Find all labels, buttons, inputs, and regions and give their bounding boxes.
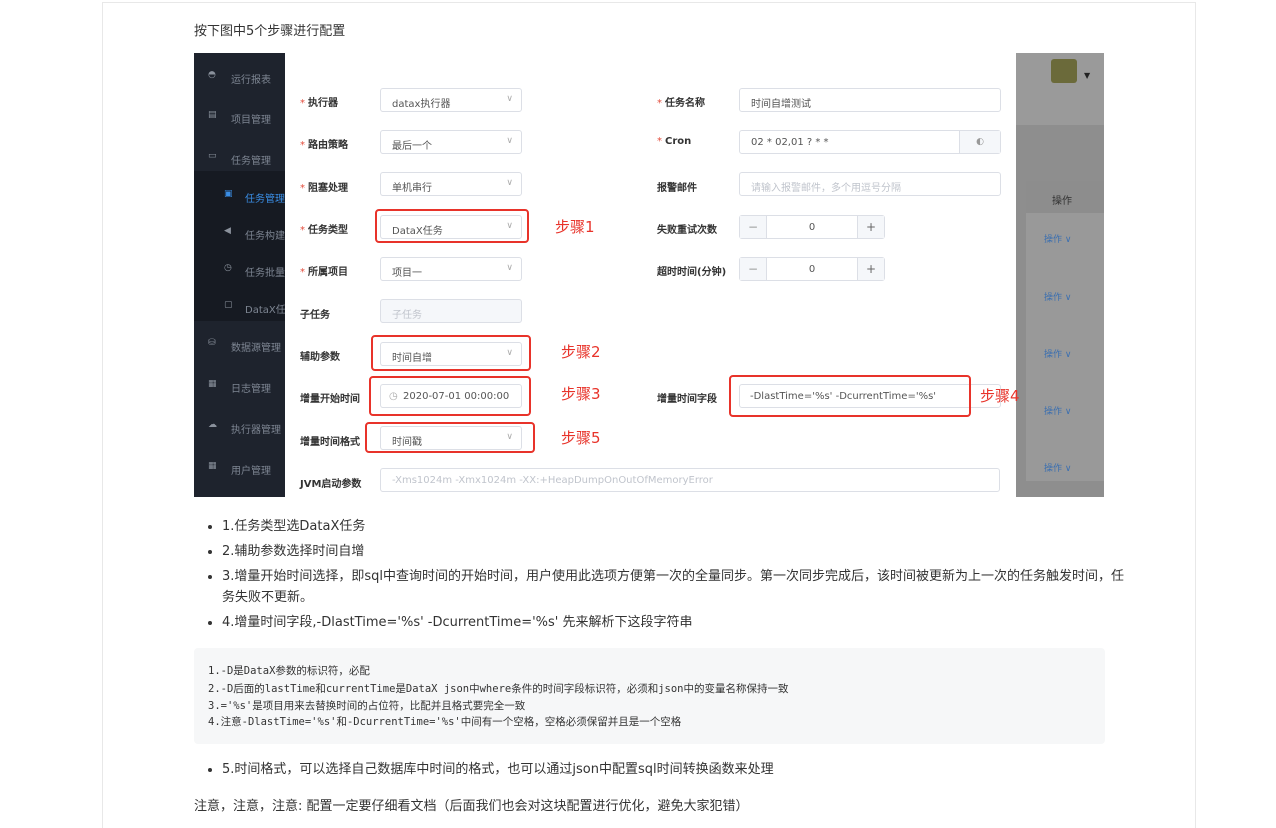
dashboard-icon: ◓ [208, 70, 216, 80]
sidebar-item-datax[interactable]: ▢ DataX任 [194, 299, 285, 319]
step4-highlight [729, 375, 971, 417]
aux-param-label: 辅助参数 [300, 352, 340, 363]
sidebar: ◓ 运行报表 ▤ 项目管理 ▭ 任务管理 ▣ 任务管理 ◀ 任务构建 ◷ 任务批量 ▢ Dat… [194, 53, 285, 497]
code-block: 1.-D是DataX参数的标识符，必配 2.-D后面的lastTime和curr… [194, 648, 1105, 744]
background-page-overlay: ▼ 操作 操作 ∨ 操作 ∨ 操作 ∨ 操作 ∨ 操作 ∨ [1016, 53, 1104, 497]
cron-input[interactable]: 02 * 02,01 ? * * ◐ [739, 130, 1001, 154]
step5-label: 步骤5 [561, 429, 601, 447]
executor-select[interactable]: datax执行器 ∨ [380, 88, 522, 112]
project-label: * 所属项目 [300, 267, 348, 278]
inc-format-label: 增量时间格式 [300, 437, 360, 448]
config-screenshot: ◓ 运行报表 ▤ 项目管理 ▭ 任务管理 ▣ 任务管理 ◀ 任务构建 ◷ 任务批量 ▢ Dat… [194, 53, 1104, 497]
route-select[interactable]: 最后一个 ∨ [380, 130, 522, 154]
cloud-icon: ☁ [208, 420, 217, 430]
jvm-label: JVM启动参数 [300, 479, 362, 490]
chevron-down-icon: ∨ [506, 178, 513, 188]
cron-label: * Cron [657, 136, 692, 147]
overlay-table-header: 操作 [1026, 181, 1104, 213]
timeout-stepper[interactable]: −0 + [739, 257, 885, 281]
list-item: 5.时间格式，可以选择自己数据库中时间的格式，也可以通过json中配置sql时间… [222, 759, 1134, 780]
row-action[interactable]: 操作 ∨ [1044, 404, 1071, 417]
task-name-input[interactable]: 时间自增测试 [739, 88, 1001, 112]
code-line: 4.注意-DlastTime='%s'和-DcurrentTime='%s'中间… [208, 716, 682, 728]
sidebar-item-datasource[interactable]: ⛁ 数据源管理 [194, 337, 285, 357]
sidebar-item-task[interactable]: ▭ 任务管理 [194, 150, 285, 170]
avatar[interactable] [1051, 59, 1077, 83]
step4-label: 步骤4 [980, 387, 1020, 405]
retry-label: 失败重试次数 [657, 225, 717, 236]
plus-icon[interactable]: + [857, 258, 884, 280]
monitor-icon: ▭ [208, 151, 217, 161]
sidebar-item-task-build[interactable]: ◀ 任务构建 [194, 225, 285, 245]
warning-note: 注意，注意，注意: 配置一定要仔细看文档（后面我们也会对这块配置进行优化，避免大… [194, 799, 749, 814]
route-label: * 路由策略 [300, 140, 348, 151]
alarm-email-input[interactable]: 请输入报警邮件，多个用逗号分隔 [739, 172, 1001, 196]
steps-list-continued: 5.时间格式，可以选择自己数据库中时间的格式，也可以通过json中配置sql时间… [194, 759, 1134, 780]
file-icon: ▢ [224, 300, 233, 310]
task-type-label: * 任务类型 [300, 225, 348, 236]
overlay-table [1026, 181, 1104, 481]
sidebar-item-report[interactable]: ◓ 运行报表 [194, 69, 285, 89]
grid-icon: ▦ [208, 461, 217, 471]
executor-label: * 执行器 [300, 98, 338, 109]
steps-list: 1.任务类型选DataX任务 2.辅助参数选择时间自增 3.增量开始时间选择，即… [194, 516, 1134, 637]
block-select[interactable]: 单机串行 ∨ [380, 172, 522, 196]
inc-field-label: 增量时间字段 [657, 394, 717, 405]
overlay-header: ▼ [1016, 53, 1104, 125]
list-item: 1.任务类型选DataX任务 [222, 516, 1134, 537]
row-action[interactable]: 操作 ∨ [1044, 347, 1071, 360]
timeout-label: 超时时间(分钟) [657, 267, 727, 278]
list-item: 3.增量开始时间选择，即sql中查询时间的开始时间，用户使用此选项方便第一次的全… [222, 566, 1134, 608]
log-icon: ▦ [208, 379, 217, 389]
plus-icon[interactable]: + [857, 216, 884, 238]
code-line: 1.-D是DataX参数的标识符，必配 [208, 665, 370, 677]
retry-stepper[interactable]: −0 + [739, 215, 885, 239]
send-icon: ◀ [224, 226, 231, 236]
jvm-input[interactable]: -Xms1024m -Xmx1024m -XX:+HeapDumpOnOutOf… [380, 468, 1000, 492]
step5-highlight [365, 422, 535, 453]
sidebar-item-user[interactable]: ▦ 用户管理 [194, 460, 285, 480]
sidebar-item-executor[interactable]: ☁ 执行器管理 [194, 419, 285, 439]
step2-highlight [371, 335, 531, 371]
database-icon: ⛁ [208, 338, 216, 348]
step2-label: 步骤2 [561, 343, 601, 361]
subtask-label: 子任务 [300, 310, 330, 321]
toggle-icon[interactable]: ◐ [959, 131, 1000, 153]
alarm-label: 报警邮件 [657, 183, 697, 194]
block-label: * 阻塞处理 [300, 183, 348, 194]
list-item: 4.增量时间字段,-DlastTime='%s' -DcurrentTime='… [222, 612, 1134, 633]
clock-icon: ◷ [224, 263, 232, 273]
caret-down-icon[interactable]: ▼ [1084, 71, 1090, 80]
sidebar-item-task-manage[interactable]: ▣ 任务管理 [194, 188, 285, 208]
row-action[interactable]: 操作 ∨ [1044, 290, 1071, 303]
code-line: 3.='%s'是项目用来去替换时间的占位符，比配并且格式要完全一致 [208, 700, 526, 712]
chevron-down-icon: ∨ [506, 263, 513, 273]
chevron-down-icon: ∨ [506, 136, 513, 146]
chevron-down-icon: ∨ [506, 94, 513, 104]
list-item: 2.辅助参数选择时间自增 [222, 541, 1134, 562]
inc-start-label: 增量开始时间 [300, 394, 360, 405]
subtask-select[interactable]: 子任务 [380, 299, 522, 323]
sidebar-item-task-batch[interactable]: ◷ 任务批量 [194, 262, 285, 282]
step1-highlight [375, 209, 529, 243]
step1-label: 步骤1 [555, 218, 595, 236]
row-action[interactable]: 操作 ∨ [1044, 232, 1071, 245]
task-name-label: * 任务名称 [657, 98, 705, 109]
row-action[interactable]: 操作 ∨ [1044, 461, 1071, 474]
step3-highlight [369, 376, 531, 416]
project-icon: ▤ [208, 110, 217, 120]
project-select[interactable]: 项目一 ∨ [380, 257, 522, 281]
sidebar-item-project[interactable]: ▤ 项目管理 [194, 109, 285, 129]
intro-text: 按下图中5个步骤进行配置 [194, 24, 346, 39]
step3-label: 步骤3 [561, 385, 601, 403]
doc-icon: ▣ [224, 189, 233, 199]
sidebar-item-log[interactable]: ▦ 日志管理 [194, 378, 285, 398]
code-line: 2.-D后面的lastTime和currentTime是DataX json中w… [208, 683, 789, 695]
